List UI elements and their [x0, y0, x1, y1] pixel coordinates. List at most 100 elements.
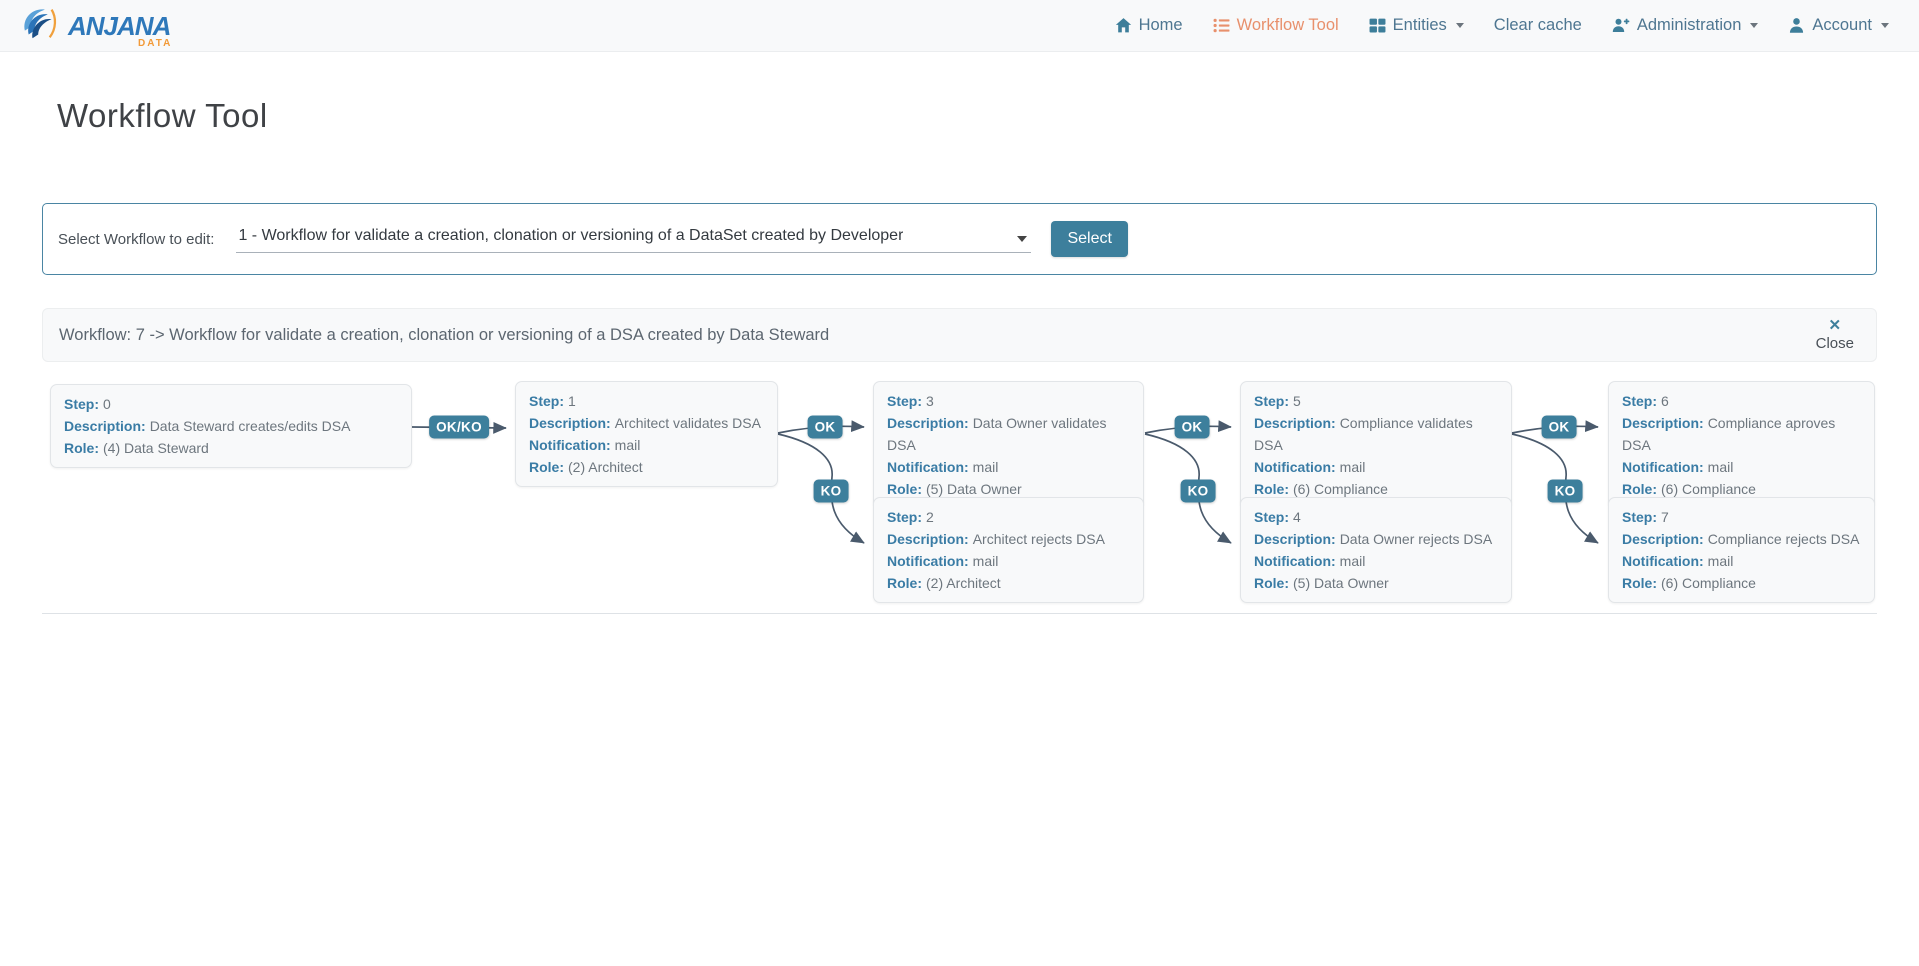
selector-label: Select Workflow to edit: [58, 231, 214, 248]
caret-down-icon [1750, 23, 1758, 28]
role-value: (6) Compliance [1661, 481, 1756, 497]
description-label: Description: [1254, 531, 1336, 547]
notification-label: Notification: [1254, 459, 1336, 475]
description-label: Description: [887, 415, 969, 431]
step-box-3[interactable]: Step:3 Description:Data Owner validates … [873, 381, 1144, 509]
role-value: (2) Architect [926, 575, 1001, 591]
step-value: 2 [926, 509, 934, 525]
select-caret-icon [1017, 236, 1027, 242]
brand-swirl-icon [22, 4, 64, 47]
step-label: Step: [887, 393, 922, 409]
transition-badge-ok: OK [808, 416, 843, 439]
home-icon [1115, 17, 1132, 34]
top-navbar: ANJANA DATA Home Workflow Tool [0, 0, 1919, 52]
description-label: Description: [1254, 415, 1336, 431]
step-label: Step: [1622, 509, 1657, 525]
notification-label: Notification: [1254, 553, 1336, 569]
step-value: 7 [1661, 509, 1669, 525]
step-label: Step: [1622, 393, 1657, 409]
notification-value: mail [615, 437, 641, 453]
step-label: Step: [64, 396, 99, 412]
nav-item-workflow-tool[interactable]: Workflow Tool [1213, 16, 1339, 35]
notification-label: Notification: [529, 437, 611, 453]
list-icon [1213, 17, 1230, 34]
nav-label: Workflow Tool [1237, 16, 1339, 35]
notification-label: Notification: [887, 553, 969, 569]
nav-item-administration[interactable]: Administration [1612, 16, 1759, 35]
nav-label: Entities [1393, 16, 1447, 35]
description-label: Description: [64, 418, 146, 434]
step-box-2[interactable]: Step:2 Description:Architect rejects DSA… [873, 497, 1144, 603]
workflow-select[interactable]: 1 - Workflow for validate a creation, cl… [236, 225, 1031, 253]
nav-item-clear-cache[interactable]: Clear cache [1494, 16, 1582, 35]
description-value: Architect rejects DSA [973, 531, 1105, 547]
nav-item-account[interactable]: Account [1788, 16, 1889, 35]
grid-icon [1369, 17, 1386, 34]
notification-value: mail [973, 459, 999, 475]
step-value: 4 [1293, 509, 1301, 525]
step-box-0[interactable]: Step:0 Description:Data Steward creates/… [50, 384, 412, 468]
notification-value: mail [1708, 553, 1734, 569]
nav-links: Home Workflow Tool Entities [1115, 16, 1889, 35]
notification-value: mail [1708, 459, 1734, 475]
role-value: (2) Architect [568, 459, 643, 475]
role-label: Role: [1622, 575, 1657, 591]
nav-label: Home [1139, 16, 1183, 35]
nav-label: Administration [1637, 16, 1742, 35]
description-label: Description: [1622, 531, 1704, 547]
step-box-6[interactable]: Step:6 Description:Compliance aproves DS… [1608, 381, 1875, 509]
workflow-select-value: 1 - Workflow for validate a creation, cl… [238, 227, 903, 245]
step-box-4[interactable]: Step:4 Description:Data Owner rejects DS… [1240, 497, 1512, 603]
role-label: Role: [887, 481, 922, 497]
caret-down-icon [1456, 23, 1464, 28]
caret-down-icon [1881, 23, 1889, 28]
close-label: Close [1816, 335, 1854, 353]
nav-item-entities[interactable]: Entities [1369, 16, 1464, 35]
step-label: Step: [1254, 509, 1289, 525]
nav-item-home[interactable]: Home [1115, 16, 1183, 35]
description-value: Data Owner rejects DSA [1340, 531, 1493, 547]
role-label: Role: [1622, 481, 1657, 497]
notification-value: mail [1340, 553, 1366, 569]
description-value: Data Steward creates/edits DSA [150, 418, 351, 434]
role-value: (6) Compliance [1661, 575, 1756, 591]
workflow-selector-panel: Select Workflow to edit: 1 - Workflow fo… [42, 203, 1877, 275]
description-value: Architect validates DSA [615, 415, 761, 431]
user-icon [1788, 17, 1805, 34]
role-label: Role: [1254, 481, 1289, 497]
step-box-5[interactable]: Step:5 Description:Compliance validates … [1240, 381, 1512, 509]
role-label: Role: [887, 575, 922, 591]
role-value: (6) Compliance [1293, 481, 1388, 497]
workflow-header-panel: Workflow: 7 -> Workflow for validate a c… [42, 308, 1877, 362]
transition-badge-ko: KO [1548, 480, 1583, 503]
notification-label: Notification: [1622, 459, 1704, 475]
brand-logo[interactable]: ANJANA DATA [22, 4, 170, 47]
role-value: (4) Data Steward [103, 440, 209, 456]
transition-badge-ok: OK [1542, 416, 1577, 439]
brand-sub: DATA [138, 39, 172, 49]
notification-value: mail [973, 553, 999, 569]
step-label: Step: [887, 509, 922, 525]
role-value: (5) Data Owner [926, 481, 1022, 497]
step-box-1[interactable]: Step:1 Description:Architect validates D… [515, 381, 778, 487]
role-value: (5) Data Owner [1293, 575, 1389, 591]
close-button[interactable]: ✕ Close [1810, 315, 1860, 355]
step-box-7[interactable]: Step:7 Description:Compliance rejects DS… [1608, 497, 1875, 603]
close-icon: ✕ [1829, 317, 1842, 335]
role-label: Role: [64, 440, 99, 456]
role-label: Role: [529, 459, 564, 475]
nav-label: Clear cache [1494, 16, 1582, 35]
description-label: Description: [1622, 415, 1704, 431]
workflow-diagram: OK/KO OK KO OK KO OK KO Step:0 Descripti… [42, 371, 1877, 614]
select-button[interactable]: Select [1051, 221, 1127, 257]
user-plus-icon [1612, 17, 1630, 34]
description-value: Compliance rejects DSA [1708, 531, 1860, 547]
step-value: 0 [103, 396, 111, 412]
notification-value: mail [1340, 459, 1366, 475]
description-label: Description: [529, 415, 611, 431]
step-label: Step: [529, 393, 564, 409]
transition-badge-ok: OK [1175, 416, 1210, 439]
notification-label: Notification: [1622, 553, 1704, 569]
notification-label: Notification: [887, 459, 969, 475]
transition-badge-ko: KO [814, 480, 849, 503]
